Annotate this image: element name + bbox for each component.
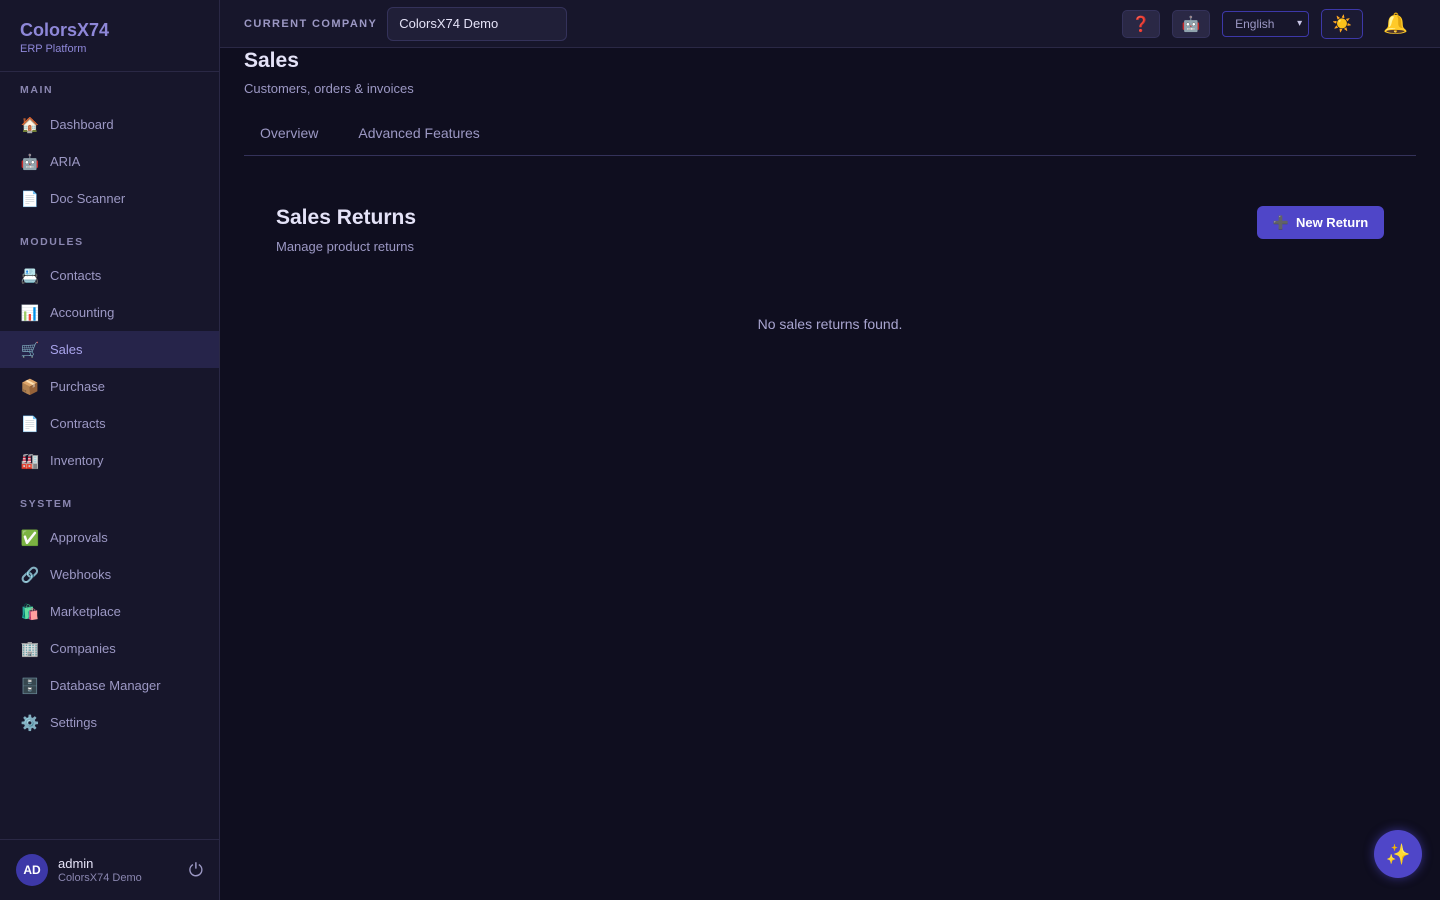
sidebar: ColorsX74 ERP Platform MAIN 🏠 Dashboard … bbox=[0, 0, 220, 900]
language-select[interactable]: English ▾ bbox=[1222, 10, 1310, 37]
document-icon: 📄 bbox=[20, 190, 40, 208]
section-label-main: MAIN bbox=[20, 84, 54, 96]
page-subtitle: Customers, orders & invoices bbox=[244, 81, 414, 96]
sidebar-item-dashboard[interactable]: 🏠 Dashboard bbox=[0, 106, 219, 143]
sidebar-item-label: Purchase bbox=[50, 379, 105, 394]
sparkles-icon: ✨ bbox=[1385, 843, 1411, 866]
tab-bar: Overview Advanced Features bbox=[244, 120, 1416, 156]
bell-icon[interactable]: 🔔 bbox=[1383, 11, 1408, 36]
sidebar-item-companies[interactable]: 🏢 Companies bbox=[0, 630, 219, 667]
factory-icon: 🏭 bbox=[20, 452, 40, 470]
sidebar-item-label: Sales bbox=[50, 342, 83, 357]
sidebar-item-label: Marketplace bbox=[50, 604, 121, 619]
theme-toggle-button[interactable]: ☀️ bbox=[1321, 8, 1364, 39]
sun-icon: ☀️ bbox=[1332, 15, 1353, 33]
assistant-button[interactable]: 🤖 bbox=[1172, 9, 1211, 38]
sidebar-item-label: ARIA bbox=[50, 154, 81, 169]
sidebar-item-inventory[interactable]: 🏭 Inventory bbox=[0, 442, 219, 479]
sidebar-item-label: Companies bbox=[50, 641, 116, 656]
document-icon: 📄 bbox=[20, 415, 40, 433]
package-icon: 📦 bbox=[20, 378, 40, 396]
sidebar-item-webhooks[interactable]: 🔗 Webhooks bbox=[0, 556, 219, 593]
topbar-actions: ❓ 🤖 English ▾ ☀️ 🔔 bbox=[1110, 8, 1416, 39]
plus-icon: ➕ bbox=[1272, 214, 1289, 230]
shopping-cart-icon: 🛒 bbox=[20, 341, 40, 359]
sidebar-item-label: Contracts bbox=[50, 416, 106, 431]
sidebar-item-label: Contacts bbox=[50, 268, 102, 283]
brand-title[interactable]: ColorsX74 bbox=[20, 20, 199, 40]
main-content: Sales Customers, orders & invoices Overv… bbox=[244, 48, 1416, 332]
ai-assistant-fab[interactable]: ✨ bbox=[1374, 830, 1422, 878]
check-icon: ✅ bbox=[20, 529, 40, 547]
language-value: English bbox=[1235, 16, 1275, 31]
file-cabinet-icon: 🗄️ bbox=[20, 677, 40, 695]
sidebar-item-label: Settings bbox=[50, 715, 97, 730]
sidebar-item-label: Accounting bbox=[50, 305, 115, 320]
gear-icon: ⚙️ bbox=[20, 714, 40, 732]
avatar[interactable]: AD bbox=[16, 854, 48, 886]
section-label-modules: MODULES bbox=[20, 236, 84, 248]
new-return-button[interactable]: ➕ New Return bbox=[1257, 206, 1384, 239]
current-company-label: CURRENT COMPANY bbox=[244, 17, 378, 30]
new-return-label: New Return bbox=[1295, 215, 1369, 230]
sidebar-item-label: Webhooks bbox=[50, 567, 112, 582]
sidebar-item-aria[interactable]: 🤖 ARIA bbox=[0, 143, 219, 180]
user-info: admin ColorsX74 Demo bbox=[58, 856, 189, 884]
shopping-bags-icon: 🛍️ bbox=[20, 603, 40, 621]
link-icon: 🔗 bbox=[20, 566, 40, 584]
building-icon: 🏢 bbox=[20, 640, 40, 658]
sidebar-item-label: Approvals bbox=[50, 530, 108, 545]
contact-card-icon: 📇 bbox=[20, 267, 40, 285]
sidebar-item-accounting[interactable]: 📊 Accounting bbox=[0, 294, 219, 331]
topbar: CURRENT COMPANY ColorsX74 Demo ❓ 🤖 Engli… bbox=[220, 0, 1440, 48]
sidebar-item-label: Inventory bbox=[50, 453, 104, 468]
sidebar-item-marketplace[interactable]: 🛍️ Marketplace bbox=[0, 593, 219, 630]
sidebar-item-settings[interactable]: ⚙️ Settings bbox=[0, 704, 219, 741]
section-title: Sales Returns bbox=[276, 206, 417, 229]
empty-state-message: No sales returns found. bbox=[757, 316, 903, 332]
sidebar-item-label: Dashboard bbox=[50, 117, 114, 132]
bar-chart-icon: 📊 bbox=[20, 304, 40, 322]
sidebar-item-contracts[interactable]: 📄 Contracts bbox=[0, 405, 219, 442]
chevron-down-icon: ▾ bbox=[1297, 18, 1303, 29]
brand: ColorsX74 ERP Platform bbox=[0, 0, 219, 72]
sidebar-item-database-manager[interactable]: 🗄️ Database Manager bbox=[0, 667, 219, 704]
sales-returns-header: Sales Returns Manage product returns ➕ N… bbox=[276, 206, 1384, 254]
robot-icon: 🤖 bbox=[20, 153, 40, 171]
page-title: Sales bbox=[244, 49, 299, 72]
home-icon: 🏠 bbox=[20, 116, 40, 134]
question-icon: ❓ bbox=[1131, 15, 1151, 33]
tab-overview[interactable]: Overview bbox=[244, 120, 334, 155]
company-selector[interactable]: ColorsX74 Demo bbox=[387, 6, 568, 41]
brand-subtitle: ERP Platform bbox=[20, 43, 87, 55]
sidebar-item-label: Doc Scanner bbox=[50, 191, 126, 206]
user-name: admin bbox=[58, 856, 94, 871]
help-button[interactable]: ❓ bbox=[1122, 9, 1161, 38]
robot-icon: 🤖 bbox=[1181, 15, 1201, 33]
user-panel: AD admin ColorsX74 Demo ⏻ bbox=[0, 839, 219, 900]
power-icon[interactable]: ⏻ bbox=[189, 860, 203, 881]
section-label-system: SYSTEM bbox=[20, 498, 73, 510]
sidebar-item-label: Database Manager bbox=[50, 678, 161, 693]
tab-advanced-features[interactable]: Advanced Features bbox=[342, 120, 495, 155]
section-subtitle: Manage product returns bbox=[276, 239, 415, 254]
sidebar-item-sales[interactable]: 🛒 Sales bbox=[0, 331, 219, 368]
sidebar-item-doc-scanner[interactable]: 📄 Doc Scanner bbox=[0, 180, 219, 217]
sidebar-item-approvals[interactable]: ✅ Approvals bbox=[0, 519, 219, 556]
user-company: ColorsX74 Demo bbox=[58, 872, 142, 884]
sidebar-item-purchase[interactable]: 📦 Purchase bbox=[0, 368, 219, 405]
sidebar-item-contacts[interactable]: 📇 Contacts bbox=[0, 257, 219, 294]
